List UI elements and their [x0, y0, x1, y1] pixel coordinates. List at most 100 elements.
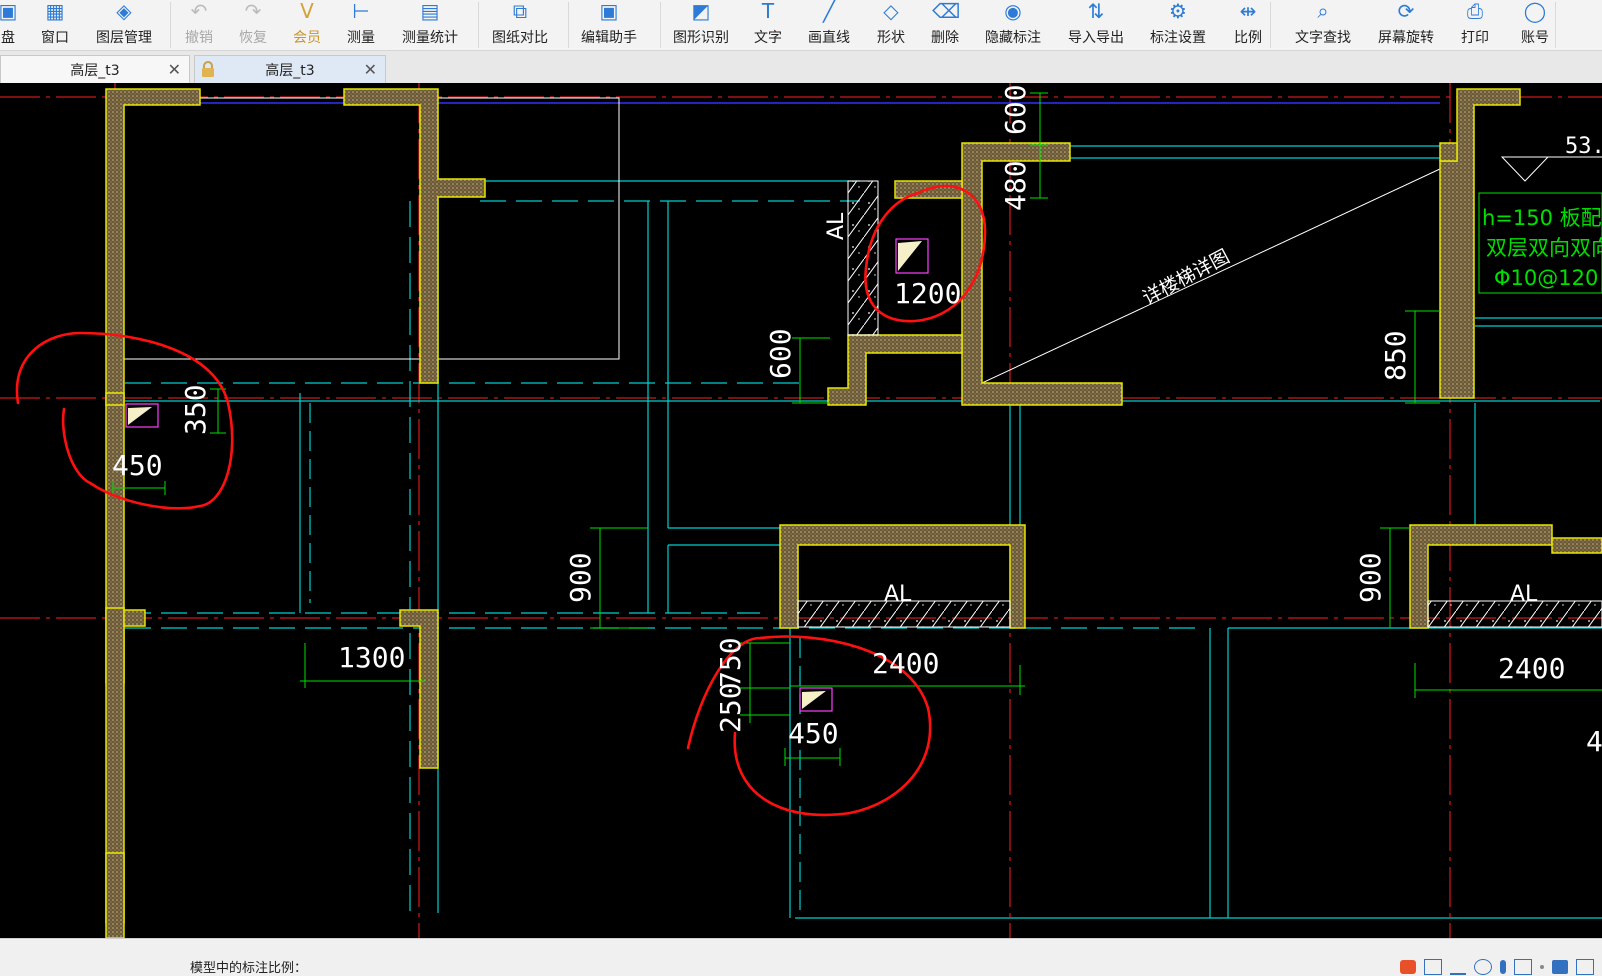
- cad-edit-icon: ▣: [599, 0, 619, 23]
- tray-dot-icon: [1540, 965, 1544, 969]
- toolbar-button-label: 形状: [877, 30, 905, 46]
- printer-icon: ⎙: [1467, 0, 1483, 23]
- measure-stats-icon: ▤: [420, 0, 440, 23]
- close-icon[interactable]: ✕: [168, 60, 181, 79]
- tab-label: 高层_t3: [70, 62, 120, 79]
- undo-icon: ↶: [190, 0, 208, 23]
- toolbox-icon[interactable]: [1576, 959, 1594, 975]
- dim-4-edge: 4: [1586, 725, 1602, 758]
- toolbar-button-annotation-settings[interactable]: ⚙ 标注设置: [1138, 0, 1218, 50]
- toolbar-button-label: 文字查找: [1295, 30, 1351, 46]
- punctuation-icon[interactable]: [1450, 959, 1466, 975]
- elevation-value: 53.8: [1565, 134, 1602, 159]
- dim-450-bottom: 450: [788, 717, 839, 750]
- toolbar-button-label: 隐藏标注: [985, 30, 1041, 46]
- dim-2400-middle: 2400: [872, 647, 939, 680]
- toolbar-button-rotate-screen[interactable]: ⟳ 屏幕旋转: [1366, 0, 1446, 50]
- shapes-icon: ◇: [883, 0, 899, 23]
- status-text: 模型中的标注比例：: [190, 961, 308, 976]
- toolbar-button-label: 图形识别: [673, 30, 729, 46]
- toolbar-button-import-export[interactable]: ⇅ 导入导出: [1056, 0, 1136, 50]
- al-beams: [797, 180, 1602, 628]
- toolbar-button-text-search[interactable]: ⌕ 文字查找: [1283, 0, 1363, 50]
- toolbar-button-hide-eye[interactable]: ◉ 隐藏标注: [973, 0, 1053, 50]
- tab-document-2[interactable]: 高层_t3 ✕: [194, 55, 386, 83]
- cad-drawing: 450 350 1200 600 480 600 850 900 1300 75…: [0, 83, 1602, 938]
- dim-850: 850: [1379, 330, 1412, 381]
- system-tray: [1400, 959, 1602, 975]
- microphone-icon[interactable]: [1500, 960, 1506, 974]
- column-markers: [125, 238, 929, 712]
- axis-lines: [0, 83, 1602, 938]
- slab-note-line-3: Φ10@120: [1494, 266, 1598, 290]
- toolbar-button-measure-stats[interactable]: ▤ 测量统计: [390, 0, 470, 50]
- tab-document-1[interactable]: 高层_t3 ✕: [0, 55, 190, 83]
- al-label-1: AL: [884, 582, 912, 607]
- toolbar-button-label: 比例: [1234, 30, 1262, 46]
- toolbar-button-label: 编辑助手: [581, 30, 637, 46]
- toolbar-button-scale[interactable]: ⇹ 比例: [1208, 0, 1288, 50]
- toolbar-button-ruler[interactable]: ⊢ 测量: [321, 0, 401, 50]
- toolbar-button-label: 文字: [754, 30, 782, 46]
- toolbar-button-compare[interactable]: ⧉ 图纸对比: [480, 0, 560, 50]
- red-annotation-circles: [15, 184, 987, 817]
- annotation-settings-icon: ⚙: [1169, 0, 1187, 23]
- toolbar-button-label: 恢复: [239, 30, 267, 46]
- toolbar-button-account[interactable]: ◯ 账号: [1495, 0, 1575, 50]
- window-icon: ▦: [45, 0, 65, 23]
- compare-icon: ⧉: [512, 0, 528, 23]
- emoji-icon[interactable]: [1474, 959, 1492, 975]
- skin-icon[interactable]: [1552, 960, 1568, 974]
- toolbar-separator: [1555, 2, 1556, 48]
- toolbar-button-cad-edit[interactable]: ▣ 编辑助手: [569, 0, 649, 50]
- toolbar-button-label: 屏幕旋转: [1378, 30, 1434, 46]
- tab-label: 高层_t3: [265, 62, 315, 79]
- toolbar-button-label: 会员: [293, 30, 321, 46]
- toolbar-button-label: 打印: [1461, 30, 1489, 46]
- toolbar-button-label: 图层管理: [96, 30, 152, 46]
- main-toolbar: ▣ 盘 ▦ 窗口 ◈ 图层管理 ↶ 撤销 ↷ 恢复 V 会员 ⊢ 测量 ▤ 测量统计 ⧉ 图纸对比 ▣ 编辑助手 ◩ 图形…: [0, 0, 1602, 51]
- toolbar-button-label: 画直线: [808, 30, 850, 46]
- vip-icon: V: [300, 0, 314, 23]
- dim-600: 600: [764, 328, 797, 379]
- ime-mode-icon[interactable]: [1424, 959, 1442, 975]
- toolbar-button-label: 账号: [1521, 30, 1549, 46]
- dim-600-top: 600: [999, 84, 1032, 135]
- slab-note-line-1: h=150 板配筋: [1482, 206, 1602, 230]
- redo-icon: ↷: [244, 0, 262, 23]
- toolbar-button-label: 测量: [347, 30, 375, 46]
- rotate-screen-icon: ⟳: [1397, 0, 1415, 23]
- dim-480: 480: [999, 160, 1032, 211]
- toolbar-separator: [568, 2, 569, 48]
- dim-250: 250: [714, 682, 747, 733]
- hide-eye-icon: ◉: [1004, 0, 1022, 23]
- sogou-ime-icon[interactable]: [1400, 960, 1416, 974]
- toolbar-button-label: 删除: [931, 30, 959, 46]
- scale-icon: ⇹: [1239, 0, 1257, 23]
- shape-recognition-icon: ◩: [691, 0, 711, 23]
- keyboard-icon[interactable]: [1514, 959, 1532, 975]
- toolbar-button-label: 图纸对比: [492, 30, 548, 46]
- toolbar-button-label: 撤销: [185, 30, 213, 46]
- dim-1300: 1300: [338, 641, 405, 674]
- dim-1200: 1200: [894, 277, 961, 310]
- account-icon: ◯: [1523, 0, 1547, 23]
- elevation-marker: [1500, 156, 1550, 182]
- toolbar-button-label: 导入导出: [1068, 30, 1124, 46]
- dim-350: 350: [179, 384, 212, 435]
- dim-900-left: 900: [564, 552, 597, 603]
- cad-drawing-canvas[interactable]: 450 350 1200 600 480 600 850 900 1300 75…: [0, 83, 1602, 938]
- lock-icon: [202, 61, 214, 77]
- dim-450-left: 450: [112, 449, 163, 482]
- ruler-icon: ⊢: [352, 0, 370, 23]
- status-bar: 模型中的标注比例：: [0, 938, 1602, 976]
- stair-label: 详楼梯详图: [1139, 245, 1233, 309]
- dim-750: 750: [714, 637, 747, 688]
- line-tool-icon: ╱: [822, 0, 836, 23]
- document-tab-bar: 高层_t3 ✕ 高层_t3 ✕: [0, 51, 1602, 83]
- toolbar-button-layers[interactable]: ◈ 图层管理: [84, 0, 164, 50]
- toolbar-separator: [170, 2, 171, 48]
- close-icon[interactable]: ✕: [364, 60, 377, 79]
- layers-icon: ◈: [116, 0, 132, 23]
- toolbar-button-window[interactable]: ▦ 窗口: [15, 0, 95, 50]
